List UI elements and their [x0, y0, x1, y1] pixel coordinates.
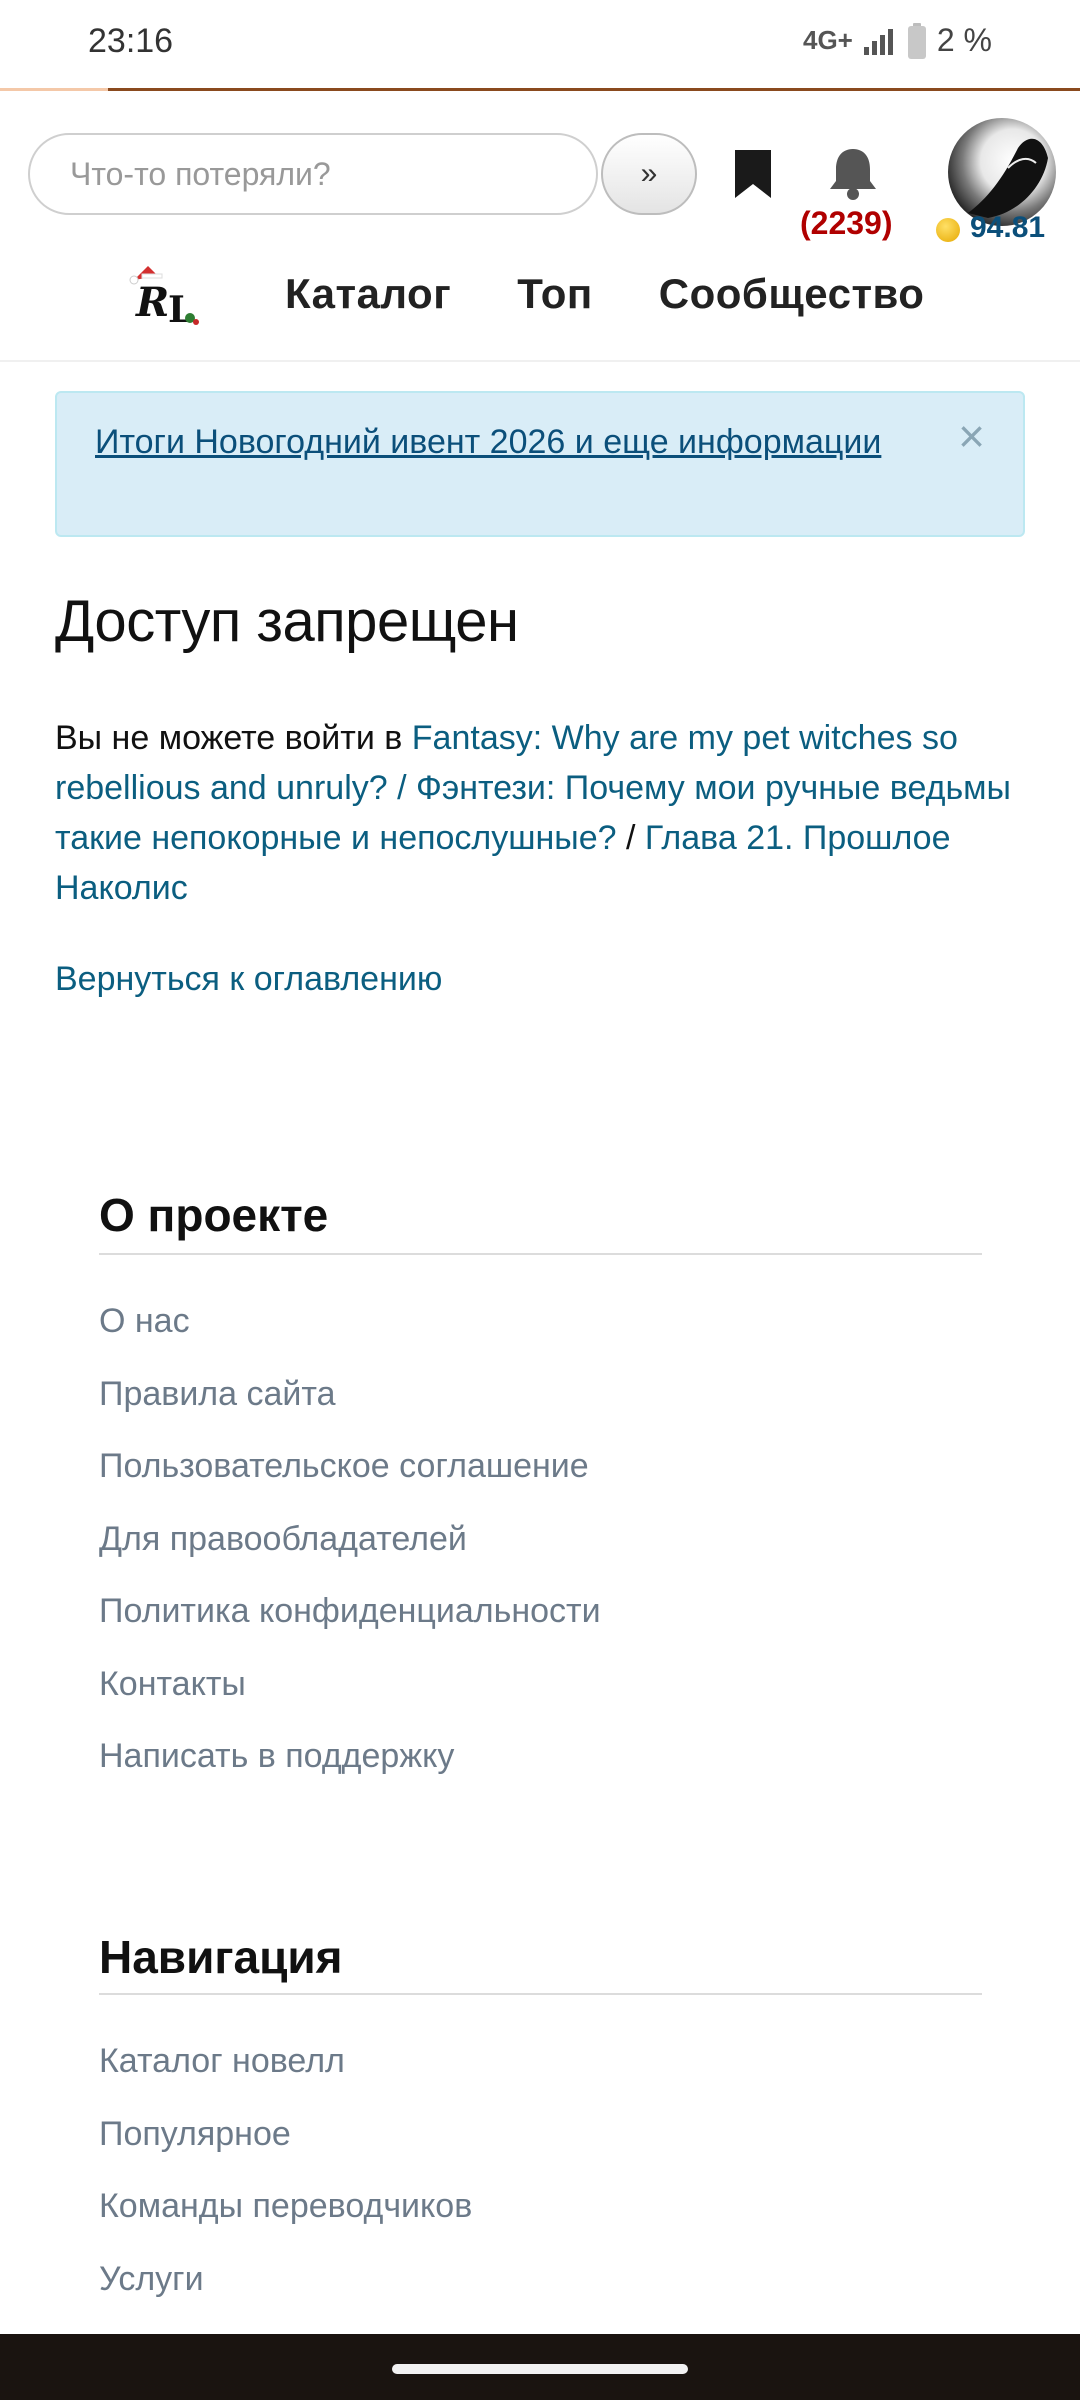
search-input[interactable] [30, 135, 596, 213]
battery-level: 2 % [936, 22, 992, 58]
breadcrumb-separator: / [616, 819, 645, 857]
footer-link-privacy-policy[interactable]: Политика конфиденциальности [99, 1592, 601, 1630]
home-gesture-handle[interactable] [392, 2364, 688, 2374]
access-message-prefix: Вы не можете войти в [55, 719, 412, 757]
coin-icon [936, 218, 960, 242]
svg-text:R: R [135, 279, 169, 326]
user-balance[interactable]: 94.81 [970, 211, 1045, 245]
footer-link-user-agreement[interactable]: Пользовательское соглашение [99, 1447, 589, 1485]
footer-navigation-title: Навигация [99, 1931, 343, 1983]
back-to-contents-link[interactable]: Вернуться к оглавлению [55, 960, 442, 999]
close-icon[interactable]: × [958, 413, 985, 459]
nav-item-top[interactable]: Топ [517, 270, 593, 318]
avatar-image [968, 138, 1048, 218]
notifications-count[interactable]: (2239) [800, 205, 893, 242]
page-load-progress [0, 88, 1080, 91]
footer-link-translator-teams[interactable]: Команды переводчиков [99, 2187, 472, 2225]
search-box [28, 133, 598, 215]
footer-about-divider [99, 1253, 982, 1255]
announcement-link[interactable]: Итоги Новогодний ивент 2026 и еще информ… [95, 417, 895, 467]
footer-link-novel-catalog[interactable]: Каталог новелл [99, 2042, 345, 2080]
access-message: Вы не можете войти в Fantasy: Why are my… [55, 713, 1035, 913]
status-icons: 4G+ 2 % [803, 22, 992, 59]
status-bar: 23:16 4G+ 2 % [0, 0, 1080, 88]
site-logo[interactable]: R L [128, 262, 204, 328]
announcement-alert: Итоги Новогодний ивент 2026 и еще информ… [55, 391, 1025, 537]
bookmark-icon[interactable] [733, 148, 773, 200]
page-title: Доступ запрещен [55, 589, 519, 654]
nav-item-community[interactable]: Сообщество [659, 270, 925, 318]
footer-about-title: О проекте [99, 1189, 329, 1241]
main-nav: Каталог Топ Сообщество [285, 270, 924, 318]
search-submit-button[interactable]: » [601, 133, 697, 215]
footer-navigation-divider [99, 1993, 982, 1995]
footer-link-services[interactable]: Услуги [99, 2260, 204, 2298]
status-time: 23:16 [88, 22, 174, 60]
bell-icon[interactable] [826, 145, 880, 201]
footer-link-copyright-holders[interactable]: Для правообладателей [99, 1520, 467, 1558]
network-type: 4G+ [802, 25, 853, 55]
footer-navigation-links: Каталог новелл Популярное Команды перево… [99, 2042, 472, 2332]
footer-link-rules[interactable]: Правила сайта [99, 1375, 336, 1413]
footer-link-popular[interactable]: Популярное [99, 2115, 291, 2153]
signal-icon [863, 28, 893, 55]
nav-item-catalog[interactable]: Каталог [285, 270, 451, 318]
header-divider [0, 360, 1080, 362]
user-avatar[interactable] [948, 118, 1056, 226]
battery-icon [907, 22, 926, 59]
footer-link-about-us[interactable]: О нас [99, 1302, 190, 1340]
footer-link-support[interactable]: Написать в поддержку [99, 1737, 454, 1775]
footer-link-contacts[interactable]: Контакты [99, 1665, 246, 1703]
footer-about-links: О нас Правила сайта Пользовательское сог… [99, 1302, 601, 1810]
